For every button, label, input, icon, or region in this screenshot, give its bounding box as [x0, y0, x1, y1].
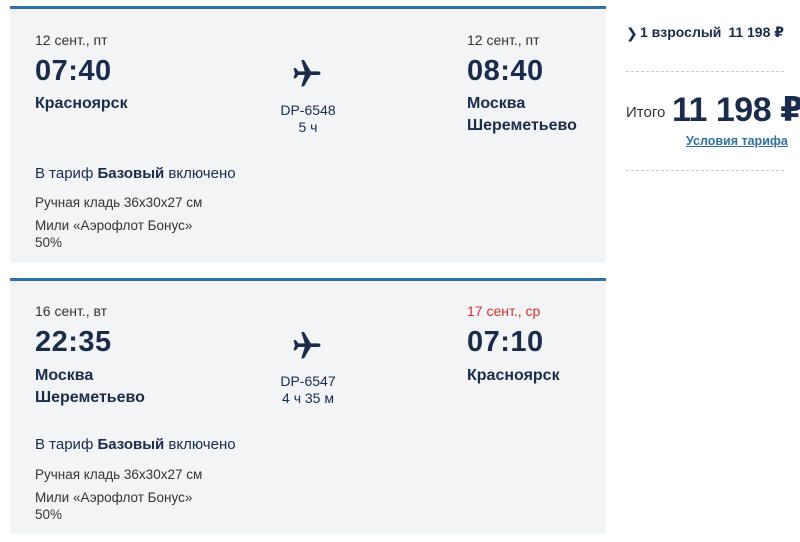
arrival-date: 17 сент., ср — [467, 303, 541, 319]
fare-suffix: включено — [164, 165, 236, 182]
arrival-city: Красноярск — [467, 367, 560, 384]
miles-label: Мили «Аэрофлот Бонус» — [35, 218, 193, 233]
total-label: Итого — [626, 104, 666, 121]
fare-name: Базовый — [97, 436, 165, 453]
flight-duration: 4 ч 35 м — [282, 390, 334, 406]
miles-percent: 50% — [35, 235, 63, 250]
departure-date: 16 сент., вт — [35, 303, 108, 319]
departure-city: Москва — [35, 367, 94, 384]
departure-time: 22:35 — [35, 326, 112, 358]
fare-suffix: включено — [164, 436, 236, 453]
hand-baggage: Ручная кладь 36x30x27 см — [35, 467, 203, 482]
arrival-time: 07:10 — [467, 326, 544, 358]
flight-number: DP-6547 — [280, 373, 336, 389]
airplane-icon — [293, 332, 321, 359]
passengers-row[interactable]: ❯ 1 взрослый 11 198 ₽ — [626, 24, 788, 44]
fare-included-title: В тариф Базовый включено — [35, 436, 236, 453]
fare-prefix: В тариф — [35, 436, 98, 453]
departure-time: 07:40 — [35, 55, 112, 87]
arrival-time: 08:40 — [467, 55, 544, 87]
departure-airport: Шереметьево — [35, 389, 145, 406]
flight-card-outbound: 12 сент., пт 07:40 Красноярск DP-6548 5 … — [10, 6, 606, 263]
divider — [626, 170, 784, 171]
miles-percent: 50% — [35, 507, 63, 522]
departure-city: Красноярск — [35, 95, 128, 112]
departure-date: 12 сент., пт — [35, 32, 108, 48]
passengers-label: 1 взрослый — [640, 24, 722, 40]
tariff-conditions-link[interactable]: Условия тарифа — [686, 134, 788, 148]
fare-name: Базовый — [97, 165, 165, 182]
flight-card-return: 16 сент., вт 22:35 Москва Шереметьево DP… — [10, 278, 606, 534]
miles-label: Мили «Аэрофлот Бонус» — [35, 490, 193, 505]
hand-baggage: Ручная кладь 36x30x27 см — [35, 195, 203, 210]
fare-included-title: В тариф Базовый включено — [35, 165, 236, 182]
fare-prefix: В тариф — [35, 165, 98, 182]
arrival-date: 12 сент., пт — [467, 32, 540, 48]
divider — [626, 71, 784, 72]
flight-number: DP-6548 — [280, 102, 336, 118]
chevron-right-icon[interactable]: ❯ — [626, 25, 638, 42]
arrival-airport: Шереметьево — [467, 117, 577, 134]
flight-duration: 5 ч — [298, 119, 318, 135]
total-price: 11 198 ₽ — [672, 91, 800, 129]
passengers-price: 11 198 ₽ — [728, 24, 784, 40]
arrival-city: Москва — [467, 95, 526, 112]
airplane-icon — [293, 60, 321, 87]
